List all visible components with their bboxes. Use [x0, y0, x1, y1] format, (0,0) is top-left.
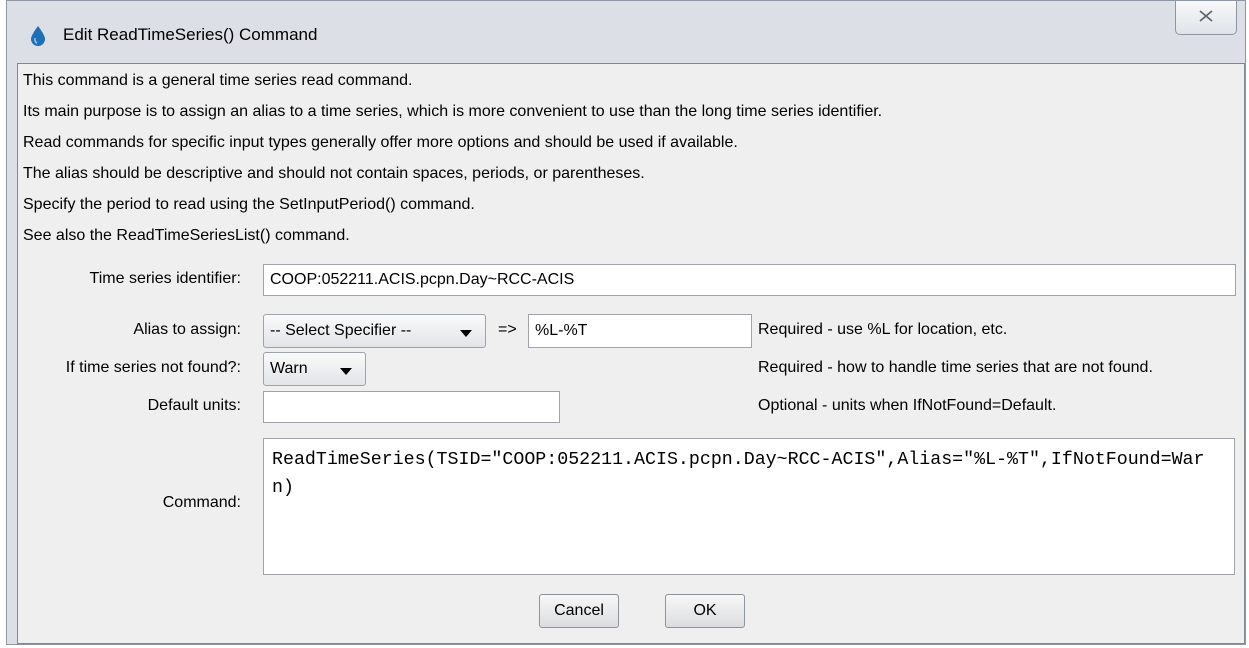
alias-arrow-text: =>	[498, 321, 517, 338]
if-not-found-note: Required - how to handle time series tha…	[758, 359, 1153, 376]
info-line: Specify the period to read using the Set…	[23, 196, 475, 213]
if-not-found-label: If time series not found?:	[65, 359, 241, 376]
command-label: Command:	[162, 494, 241, 511]
default-units-note: Optional - units when IfNotFound=Default…	[758, 397, 1057, 414]
chevron-down-icon	[340, 368, 352, 375]
default-units-label: Default units:	[147, 397, 241, 414]
close-icon	[1199, 10, 1213, 22]
if-not-found-dropdown[interactable]: Warn	[263, 352, 366, 386]
info-line: Its main purpose is to assign an alias t…	[23, 103, 883, 120]
default-units-input[interactable]	[263, 391, 560, 423]
alias-input[interactable]	[528, 314, 752, 348]
water-drop-icon	[31, 26, 45, 46]
window-title: Edit ReadTimeSeries() Command	[63, 25, 318, 44]
info-line: See also the ReadTimeSeriesList() comman…	[23, 227, 350, 244]
cancel-button[interactable]: Cancel	[539, 594, 619, 628]
chevron-down-icon	[460, 330, 472, 337]
command-textarea[interactable]: ReadTimeSeries(TSID="COOP:052211.ACIS.pc…	[263, 438, 1235, 575]
alias-specifier-dropdown[interactable]: -- Select Specifier --	[263, 314, 486, 348]
dialog-content: This command is a general time series re…	[17, 63, 1245, 644]
tsid-input[interactable]	[263, 264, 1236, 296]
alias-label: Alias to assign:	[133, 321, 241, 338]
tsid-label: Time series identifier:	[89, 270, 241, 287]
dialog-window: Edit ReadTimeSeries() Command This comma…	[6, 0, 1246, 645]
info-line: This command is a general time series re…	[23, 72, 413, 89]
close-button[interactable]	[1175, 1, 1237, 35]
title-bar[interactable]: Edit ReadTimeSeries() Command	[7, 1, 1245, 63]
alias-specifier-value: -- Select Specifier --	[270, 322, 412, 339]
alias-note: Required - use %L for location, etc.	[758, 321, 1008, 338]
ok-button[interactable]: OK	[665, 594, 745, 628]
info-line: Read commands for specific input types g…	[23, 134, 738, 151]
if-not-found-value: Warn	[270, 360, 308, 377]
info-line: The alias should be descriptive and shou…	[23, 165, 645, 182]
